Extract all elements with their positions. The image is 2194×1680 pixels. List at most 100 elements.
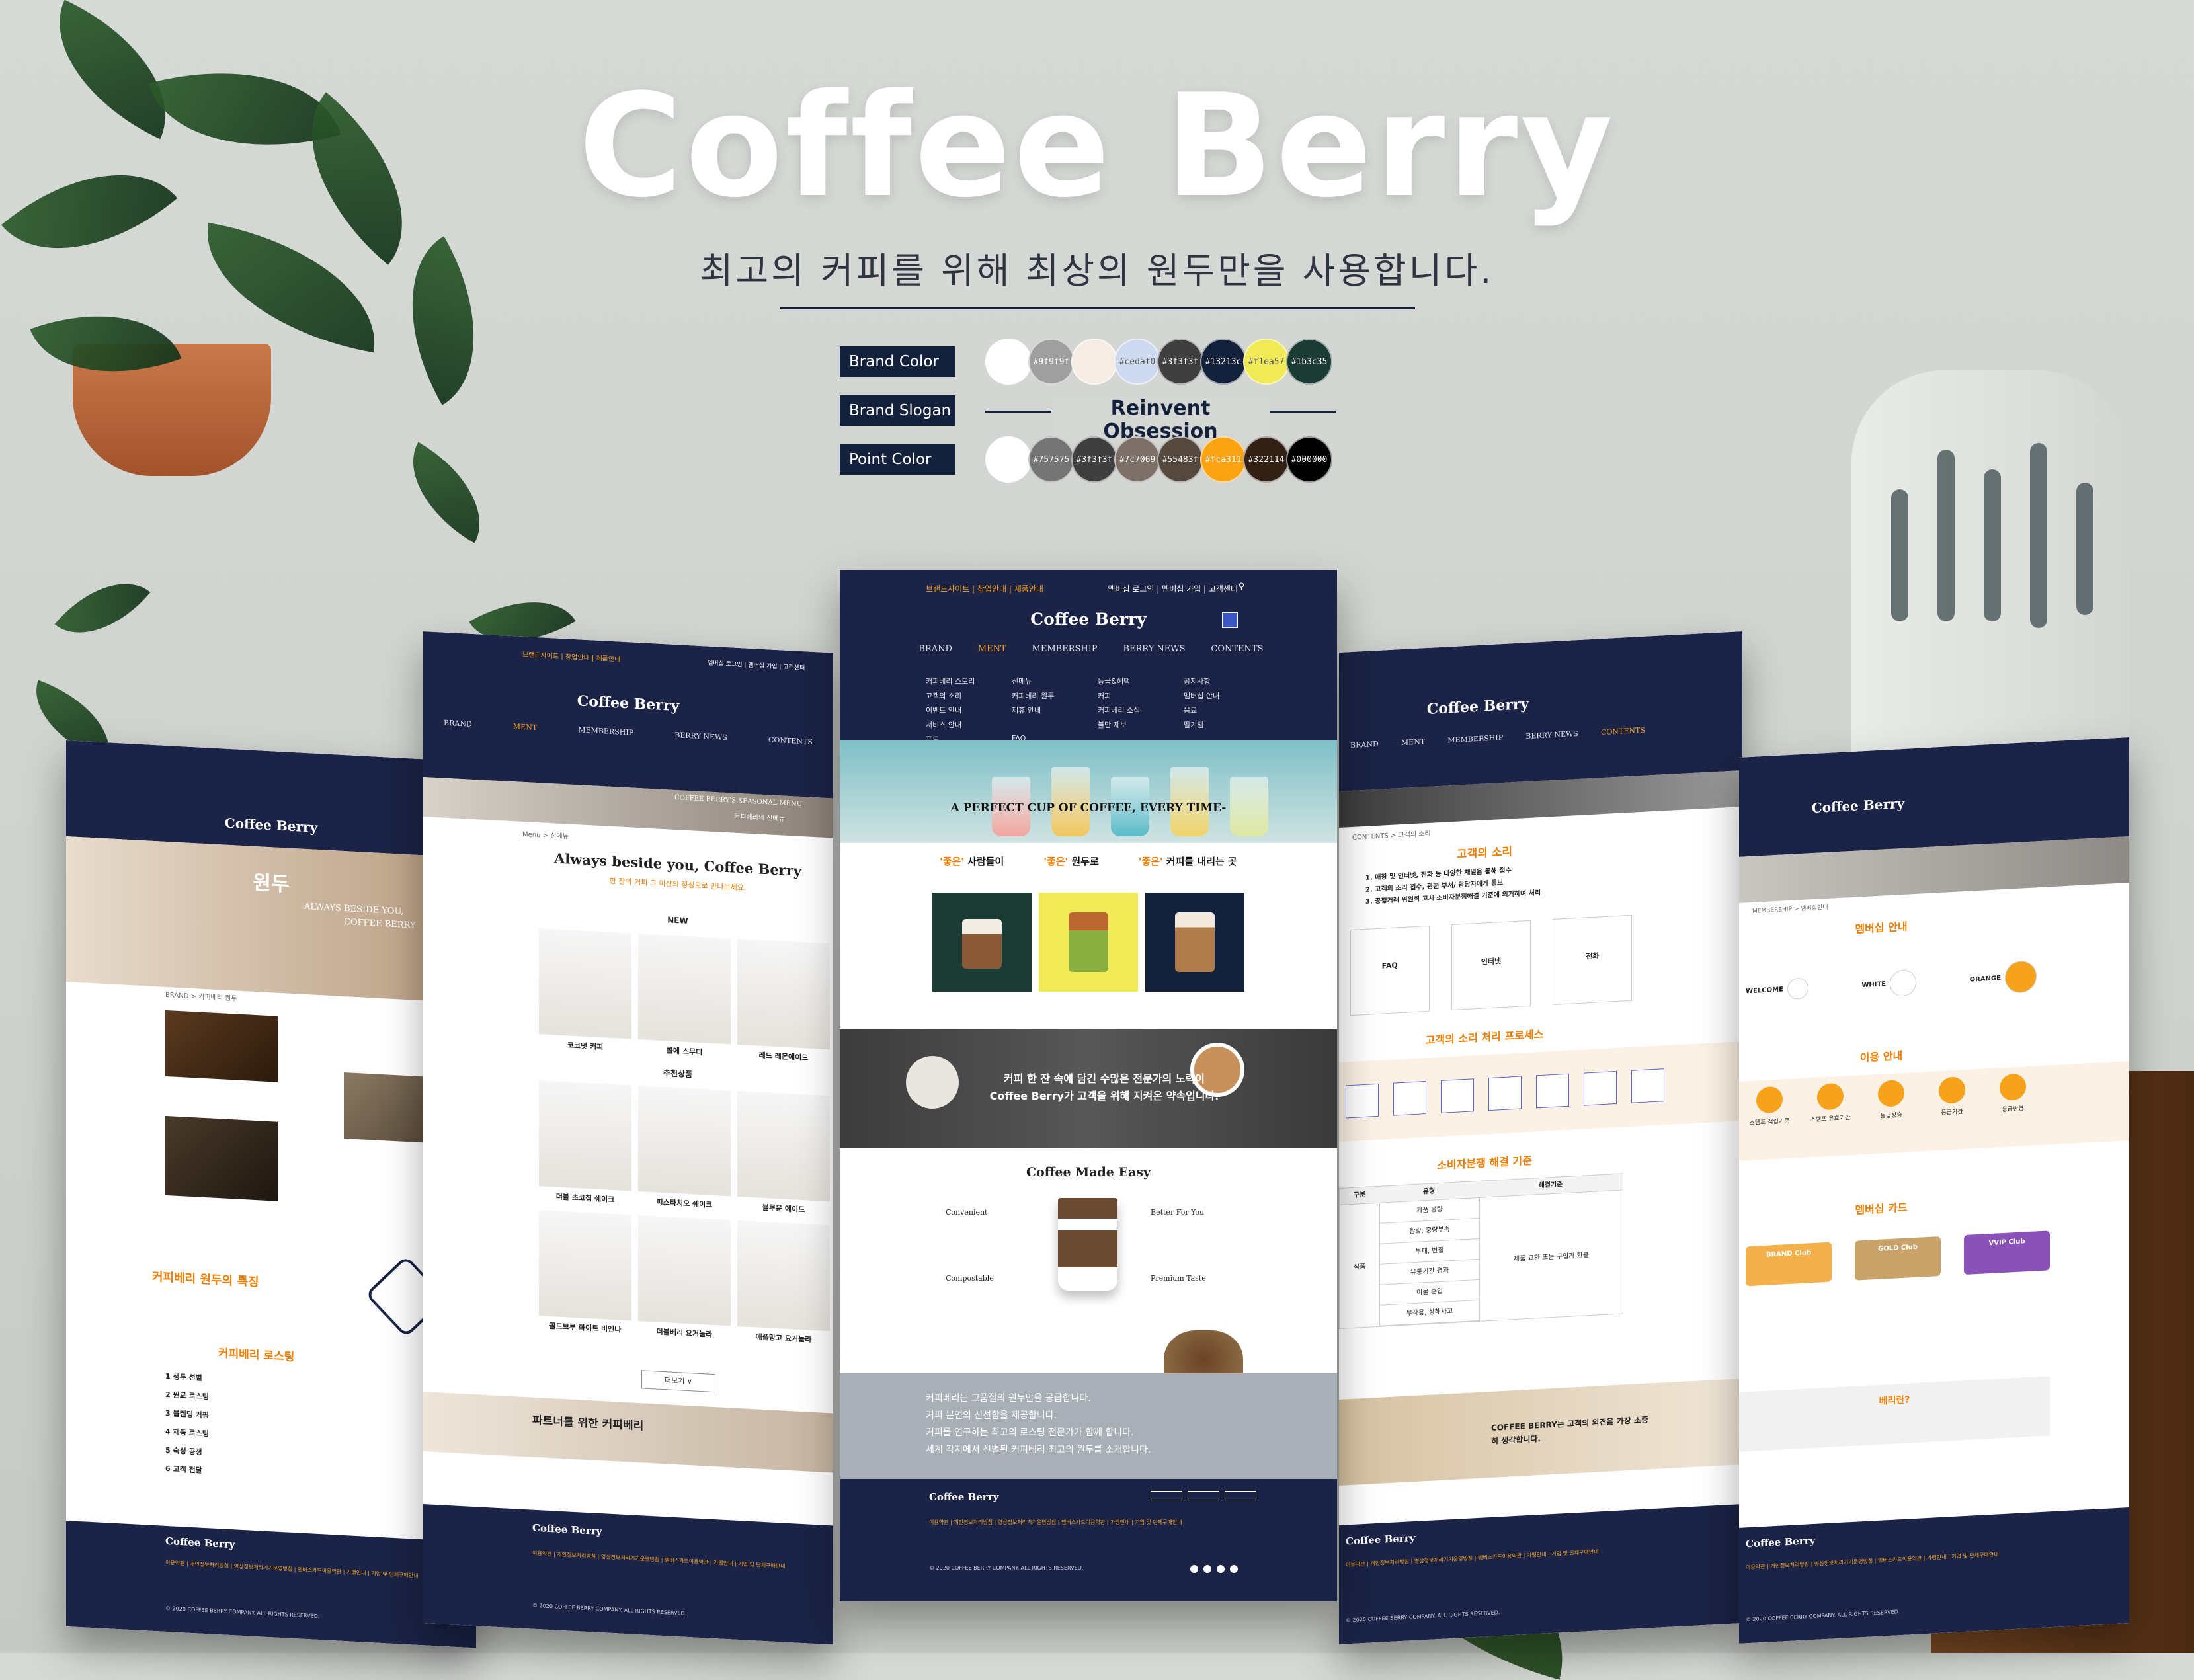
footer-logo[interactable]: Coffee Berry <box>1746 1535 1815 1550</box>
top-right-links[interactable]: 멤버십 로그인 | 멤버십 가입 | 고객센터 <box>708 659 833 674</box>
header-divider <box>780 307 1415 309</box>
usage-icon <box>1878 1079 1904 1107</box>
more-button[interactable]: 더보기 ∨ <box>641 1370 715 1393</box>
footer-links[interactable]: 이용약관 | 개인정보처리방침 | 영상정보처리기기운영방침 | 멤버스카드이용… <box>1346 1545 1650 1568</box>
voc-card-인터넷[interactable]: 인터넷 <box>1451 920 1531 1011</box>
instagram-icon[interactable] <box>1203 1565 1211 1573</box>
footer-links[interactable]: 이용약관 | 개인정보처리방침 | 영상정보처리기기운영방침 | 멤버스카드이용… <box>532 1550 823 1572</box>
product-card[interactable]: 더블베리 요거놀라 <box>638 1215 731 1340</box>
product-card[interactable]: 애플망고 요거놀라 <box>737 1220 830 1345</box>
mega-menu-item[interactable]: 음료 <box>1184 705 1270 715</box>
breadcrumb[interactable]: MEMBERSHIP > 멤버십안내 <box>1752 902 1828 915</box>
nav-item-berry-news[interactable]: BERRY NEWS <box>1525 729 1578 740</box>
footer-logo[interactable]: Coffee Berry <box>165 1535 235 1551</box>
mega-menu-item[interactable]: 이벤트 안내 <box>926 705 1012 715</box>
product-image <box>638 1086 731 1197</box>
footer-logo[interactable]: Coffee Berry <box>929 1491 998 1503</box>
partner-banner: 파트너를 위한 커피베리 <box>423 1392 833 1473</box>
mega-menu-item[interactable]: 공지사항 <box>1184 676 1270 686</box>
roasting-step: 2 원료 로스팅 <box>165 1390 209 1402</box>
product-name: 더블 초코칩 쉐이크 <box>555 1192 615 1205</box>
breadcrumb[interactable]: CONTENTS > 고객의 소리 <box>1352 828 1431 842</box>
footer-logo[interactable]: Coffee Berry <box>532 1522 602 1538</box>
family-site-select[interactable] <box>1151 1491 1182 1501</box>
membership-card[interactable]: BRAND Club <box>1746 1242 1832 1287</box>
membership-card[interactable]: GOLD Club <box>1855 1236 1941 1281</box>
nav-item-contents[interactable]: CONTENTS <box>768 735 813 746</box>
top-links[interactable]: 브랜드사이트 | 창업안내 | 제품안내 <box>522 649 620 664</box>
youtube-icon[interactable] <box>1230 1565 1238 1573</box>
nav-item-berry-news[interactable]: BERRY NEWS <box>674 731 727 742</box>
mega-menu-item[interactable]: 딸기잼 <box>1184 719 1270 730</box>
bean-banner: 원두 ALWAYS BESIDE YOU, COFFEE BERRY <box>66 836 476 1004</box>
nav-item-brand[interactable]: BRAND <box>918 644 952 654</box>
top-links[interactable]: 브랜드사이트 | 창업안내 | 제품안내 <box>926 583 1043 594</box>
nav-item-ment[interactable]: MENT <box>1401 737 1425 747</box>
product-card[interactable]: 콜드브루 화이트 비엔나 <box>539 1210 631 1335</box>
mega-menu-item[interactable]: 커피베리 원두 <box>1012 690 1098 701</box>
product-card[interactable]: 레드 레몬에이드 <box>737 938 830 1064</box>
nav-item-membership[interactable]: MEMBERSHIP <box>578 725 633 737</box>
breadcrumb[interactable]: BRAND > 커피베리 원두 <box>165 989 237 1003</box>
product-card[interactable]: 더블 초코칩 쉐이크 <box>539 1080 631 1205</box>
mega-menu-item[interactable]: 신메뉴 <box>1012 676 1098 686</box>
footer-links[interactable]: 이용약관 | 개인정보처리방침 | 영상정보처리기기운영방침 | 멤버스카드이용… <box>929 1519 1240 1526</box>
nav-item-brand[interactable]: BRAND <box>1350 740 1379 750</box>
search-icon[interactable]: ⚲ <box>1238 582 1244 592</box>
site-logo[interactable]: Coffee Berry <box>840 610 1337 629</box>
site-logo[interactable]: Coffee Berry <box>1339 691 1617 723</box>
footer-copyright: © 2020 COFFEE BERRY COMPANY. ALL RIGHTS … <box>1746 1609 1900 1623</box>
voc-card-FAQ[interactable]: FAQ <box>1350 925 1430 1016</box>
product-card[interactable]: 코코넛 커피 <box>539 928 631 1053</box>
nav-item-berry-news[interactable]: BERRY NEWS <box>1123 644 1185 654</box>
good-emphasis: '좋은' <box>1043 856 1069 867</box>
mega-menu-item[interactable]: 제휴 안내 <box>1012 705 1098 715</box>
sns-select[interactable] <box>1188 1491 1219 1501</box>
nav-item-contents[interactable]: CONTENTS <box>1601 726 1645 737</box>
tier-circle-icon <box>2005 960 2037 994</box>
site-logo[interactable]: Coffee Berry <box>66 807 476 844</box>
mega-menu-item[interactable] <box>1012 719 1098 730</box>
table-row: 부작용, 상해사고 <box>1380 1300 1479 1326</box>
footer-logo[interactable]: Coffee Berry <box>1346 1532 1415 1548</box>
footer-copyright: © 2020 COFFEE BERRY COMPANY. ALL RIGHTS … <box>165 1605 320 1620</box>
product-card[interactable]: 피스타치오 쉐이크 <box>638 1086 731 1211</box>
usage-icon <box>1756 1086 1783 1114</box>
breadcrumb[interactable]: Menu > 신메뉴 <box>522 828 569 841</box>
membership-badge-icon[interactable] <box>1222 612 1238 628</box>
good-emphasis: '좋은' <box>1138 856 1163 867</box>
mega-menu-item[interactable]: 커피베리 스토리 <box>926 676 1012 686</box>
product-name: 코코넛 커피 <box>567 1041 604 1052</box>
partner-select[interactable] <box>1225 1491 1256 1501</box>
color-swatch: #55483f <box>1157 436 1203 483</box>
mega-menu-item[interactable]: 서비스 안내 <box>926 719 1012 730</box>
mega-menu-item[interactable]: 고객의 소리 <box>926 690 1012 701</box>
mega-menu-item[interactable]: 커피베리 소식 <box>1098 705 1184 715</box>
blog-icon[interactable] <box>1217 1565 1225 1573</box>
nav-item-ment[interactable]: MENT <box>978 644 1006 654</box>
membership-card[interactable]: VVIP Club <box>1964 1230 2050 1275</box>
nav-item-contents[interactable]: CONTENTS <box>1211 644 1263 654</box>
mega-menu-item[interactable]: 멤버십 안내 <box>1184 690 1270 701</box>
site-logo[interactable]: Coffee Berry <box>423 684 833 723</box>
voc-card-전화[interactable]: 전화 <box>1553 914 1633 1006</box>
nav-item-brand[interactable]: BRAND <box>444 719 472 729</box>
facebook-icon[interactable] <box>1190 1565 1198 1573</box>
td-category: 식품 <box>1340 1203 1380 1328</box>
dispute-table: 구분 유형 해결기준 식품 제품 불량 함량, 중량부족 부패, 변질 유통기간 경과… <box>1339 1173 1623 1329</box>
th-category: 구분 <box>1353 1191 1366 1199</box>
site-logo[interactable]: Coffee Berry <box>1739 791 1977 820</box>
beans-photo <box>165 1010 278 1082</box>
footer-links[interactable]: 이용약관 | 개인정보처리방침 | 영상정보처리기기운영방침 | 멤버스카드이용… <box>1746 1548 2050 1571</box>
nav-item-ment[interactable]: MENT <box>513 722 537 732</box>
coldbrew-photo <box>1145 893 1244 992</box>
product-card[interactable]: 콜메 스무디 <box>638 934 731 1059</box>
berry-box: 베리란? <box>1739 1376 2050 1452</box>
mega-menu-item[interactable]: 등급&혜택 <box>1098 676 1184 686</box>
nav-item-membership[interactable]: MEMBERSHIP <box>1447 733 1503 744</box>
nav-item-membership[interactable]: MEMBERSHIP <box>1032 644 1098 654</box>
product-card[interactable]: 블루문 에이드 <box>737 1090 830 1216</box>
top-right-links[interactable]: 멤버십 로그인 | 멤버십 가입 | 고객센터 <box>1108 583 1238 594</box>
mega-menu-item[interactable]: 불만 제보 <box>1098 719 1184 730</box>
mega-menu-item[interactable]: 커피 <box>1098 690 1184 701</box>
